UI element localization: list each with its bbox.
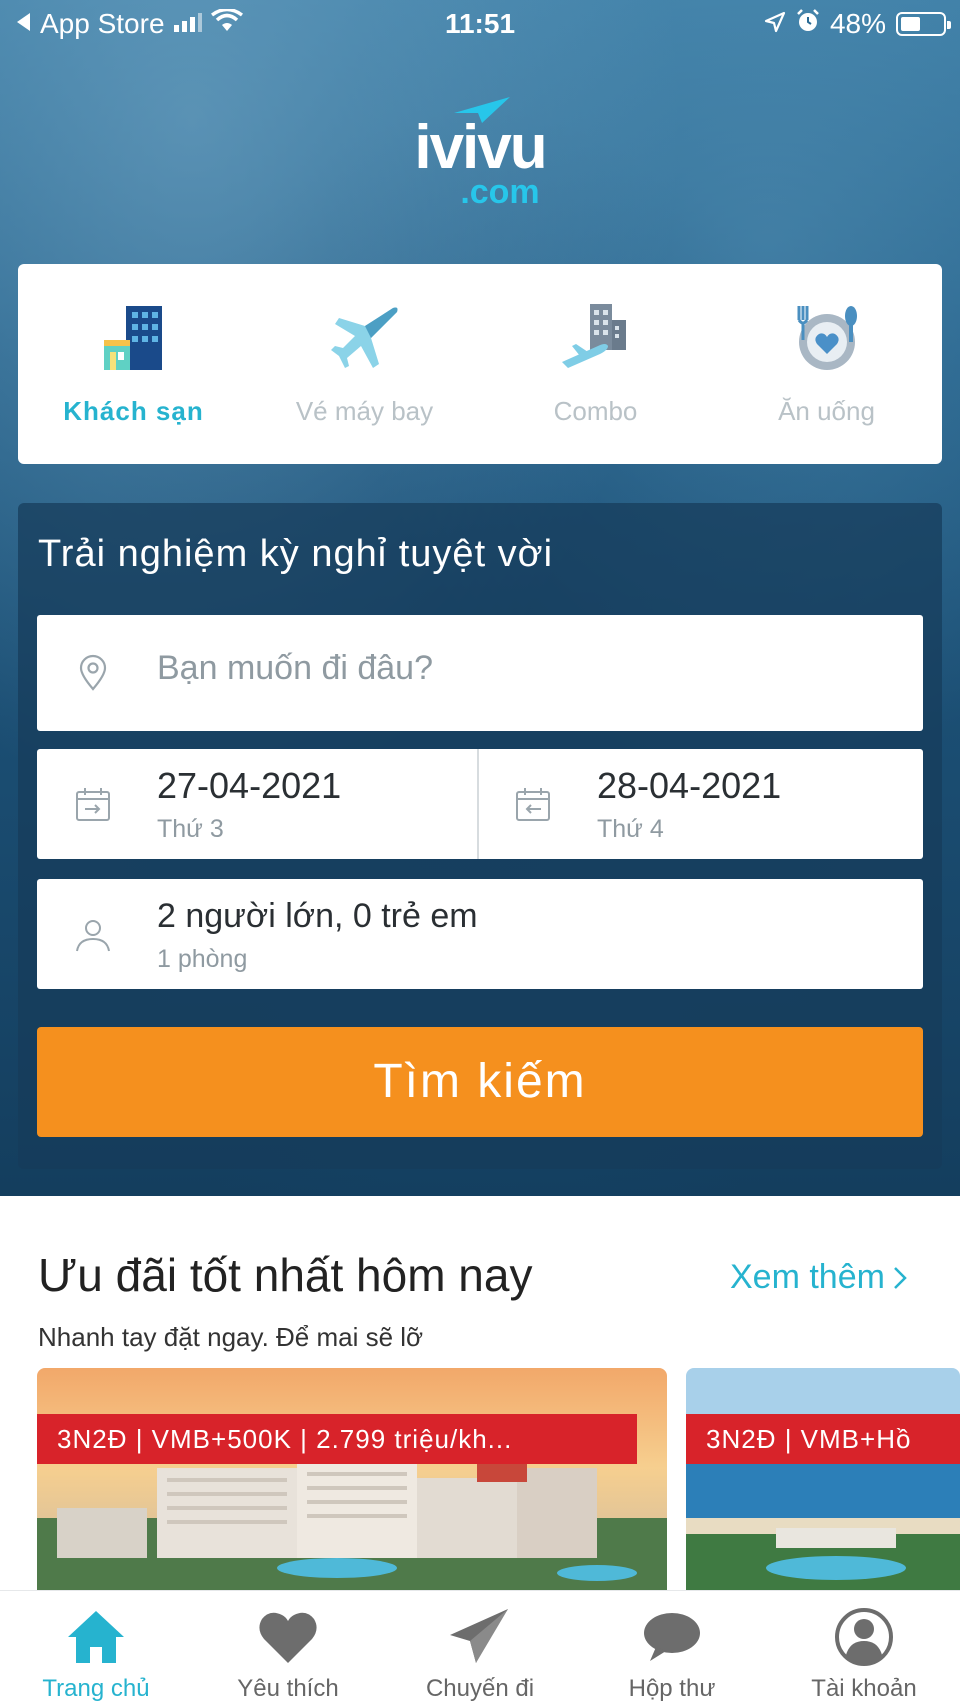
nav-inbox[interactable]: Hộp thư <box>576 1591 768 1707</box>
nav-account-label: Tài khoản <box>811 1675 917 1702</box>
nav-trips-label: Chuyến đi <box>425 1675 535 1702</box>
chat-bubble-icon <box>644 1613 700 1661</box>
checkout-date: 28-04-2021 <box>597 765 782 806</box>
tab-dining[interactable]: Ăn uống <box>711 264 942 464</box>
date-range: 27-04-2021 Thứ 3 28-04-2021 Thứ 4 <box>37 749 923 859</box>
checkin-calendar-icon <box>76 788 110 821</box>
person-icon <box>76 920 110 952</box>
deal-card[interactable]: 3N2Đ | VMB+Hồ <box>686 1368 960 1590</box>
heart-icon <box>259 1612 317 1663</box>
tab-dining-label: Ăn uống <box>778 396 875 426</box>
nav-trips[interactable]: Chuyến đi <box>384 1591 576 1707</box>
dining-icon <box>797 306 857 370</box>
battery-percent: 48% <box>829 8 886 39</box>
chevron-right-icon <box>894 1266 907 1289</box>
nav-account[interactable]: Tài khoản <box>768 1591 960 1707</box>
nav-favorites[interactable]: Yêu thích <box>192 1591 384 1707</box>
deal-card[interactable]: 3N2Đ | VMB+500K | 2.799 triệu/kh... <box>37 1368 667 1590</box>
checkout-calendar-icon <box>516 788 550 821</box>
checkin-day: Thứ 3 <box>157 815 224 843</box>
tab-flight[interactable]: Vé máy bay <box>249 264 480 464</box>
guests-field[interactable]: 2 người lớn, 0 trẻ em 1 phòng <box>37 879 923 989</box>
ivivu-logo: ivivu .com <box>400 95 560 215</box>
search-title: Trải nghiệm kỳ nghỉ tuyệt vời <box>38 533 554 575</box>
deal-image-beach <box>686 1368 960 1590</box>
status-right: 48% <box>764 8 951 40</box>
status-bar: App Store 11:51 48% <box>0 0 960 50</box>
tab-hotel-label: Khách sạn <box>63 396 204 426</box>
checkin-date-field[interactable]: 27-04-2021 Thứ 3 <box>37 749 477 859</box>
location-pin-icon <box>79 654 107 691</box>
nav-home-label: Trang chủ <box>42 1675 150 1702</box>
tab-flight-label: Vé máy bay <box>295 396 434 426</box>
battery-fill <box>901 17 920 31</box>
deals-subtitle: Nhanh tay đặt ngay. Để mai sẽ lỡ <box>38 1322 424 1352</box>
airplane-icon <box>330 307 397 368</box>
checkin-date: 27-04-2021 <box>157 765 342 806</box>
tab-combo-label: Combo <box>553 396 638 426</box>
checkout-date-field[interactable]: 28-04-2021 Thứ 4 <box>479 749 923 859</box>
home-icon <box>68 1611 124 1663</box>
battery-icon <box>896 12 951 36</box>
tab-hotel[interactable]: Khách sạn <box>18 264 249 464</box>
search-panel: Trải nghiệm kỳ nghỉ tuyệt vời Bạn muốn đ… <box>18 503 942 1169</box>
paper-plane-icon <box>450 1609 508 1663</box>
destination-input[interactable]: Bạn muốn đi đâu? <box>37 615 923 731</box>
bottom-nav: Trang chủ Yêu thích Chuyến đi Hộp thư Tà… <box>0 1590 960 1707</box>
see-more-link[interactable]: Xem thêm <box>730 1258 907 1297</box>
hero-background: App Store 11:51 48% ivivu .com Khách sạn… <box>0 0 960 1196</box>
rooms-count: 1 phòng <box>157 945 248 973</box>
checkout-day: Thứ 4 <box>597 815 664 843</box>
deals-title: Ưu đãi tốt nhất hôm nay <box>38 1249 533 1301</box>
search-button[interactable]: Tìm kiếm <box>37 1027 923 1137</box>
tab-combo[interactable]: Combo <box>480 264 711 464</box>
combo-icon <box>561 304 626 368</box>
deal-tag: 3N2Đ | VMB+Hồ <box>686 1414 960 1464</box>
deal-image-resort <box>37 1368 667 1590</box>
hotel-icon <box>103 306 162 370</box>
account-icon <box>835 1608 893 1666</box>
nav-favorites-label: Yêu thích <box>237 1675 339 1702</box>
deal-tag: 3N2Đ | VMB+500K | 2.799 triệu/kh... <box>37 1414 637 1464</box>
nav-inbox-label: Hộp thư <box>628 1675 716 1702</box>
location-arrow-icon <box>764 8 786 40</box>
guests-count: 2 người lớn, 0 trẻ em <box>157 897 478 935</box>
destination-placeholder: Bạn muốn đi đâu? <box>157 649 433 687</box>
alarm-icon <box>796 8 820 40</box>
nav-home[interactable]: Trang chủ <box>0 1591 192 1707</box>
logo-plane-icon <box>454 97 510 123</box>
category-tabs: Khách sạn Vé máy bay Combo Ăn uống <box>18 264 942 464</box>
see-more-label: Xem thêm <box>730 1258 885 1296</box>
